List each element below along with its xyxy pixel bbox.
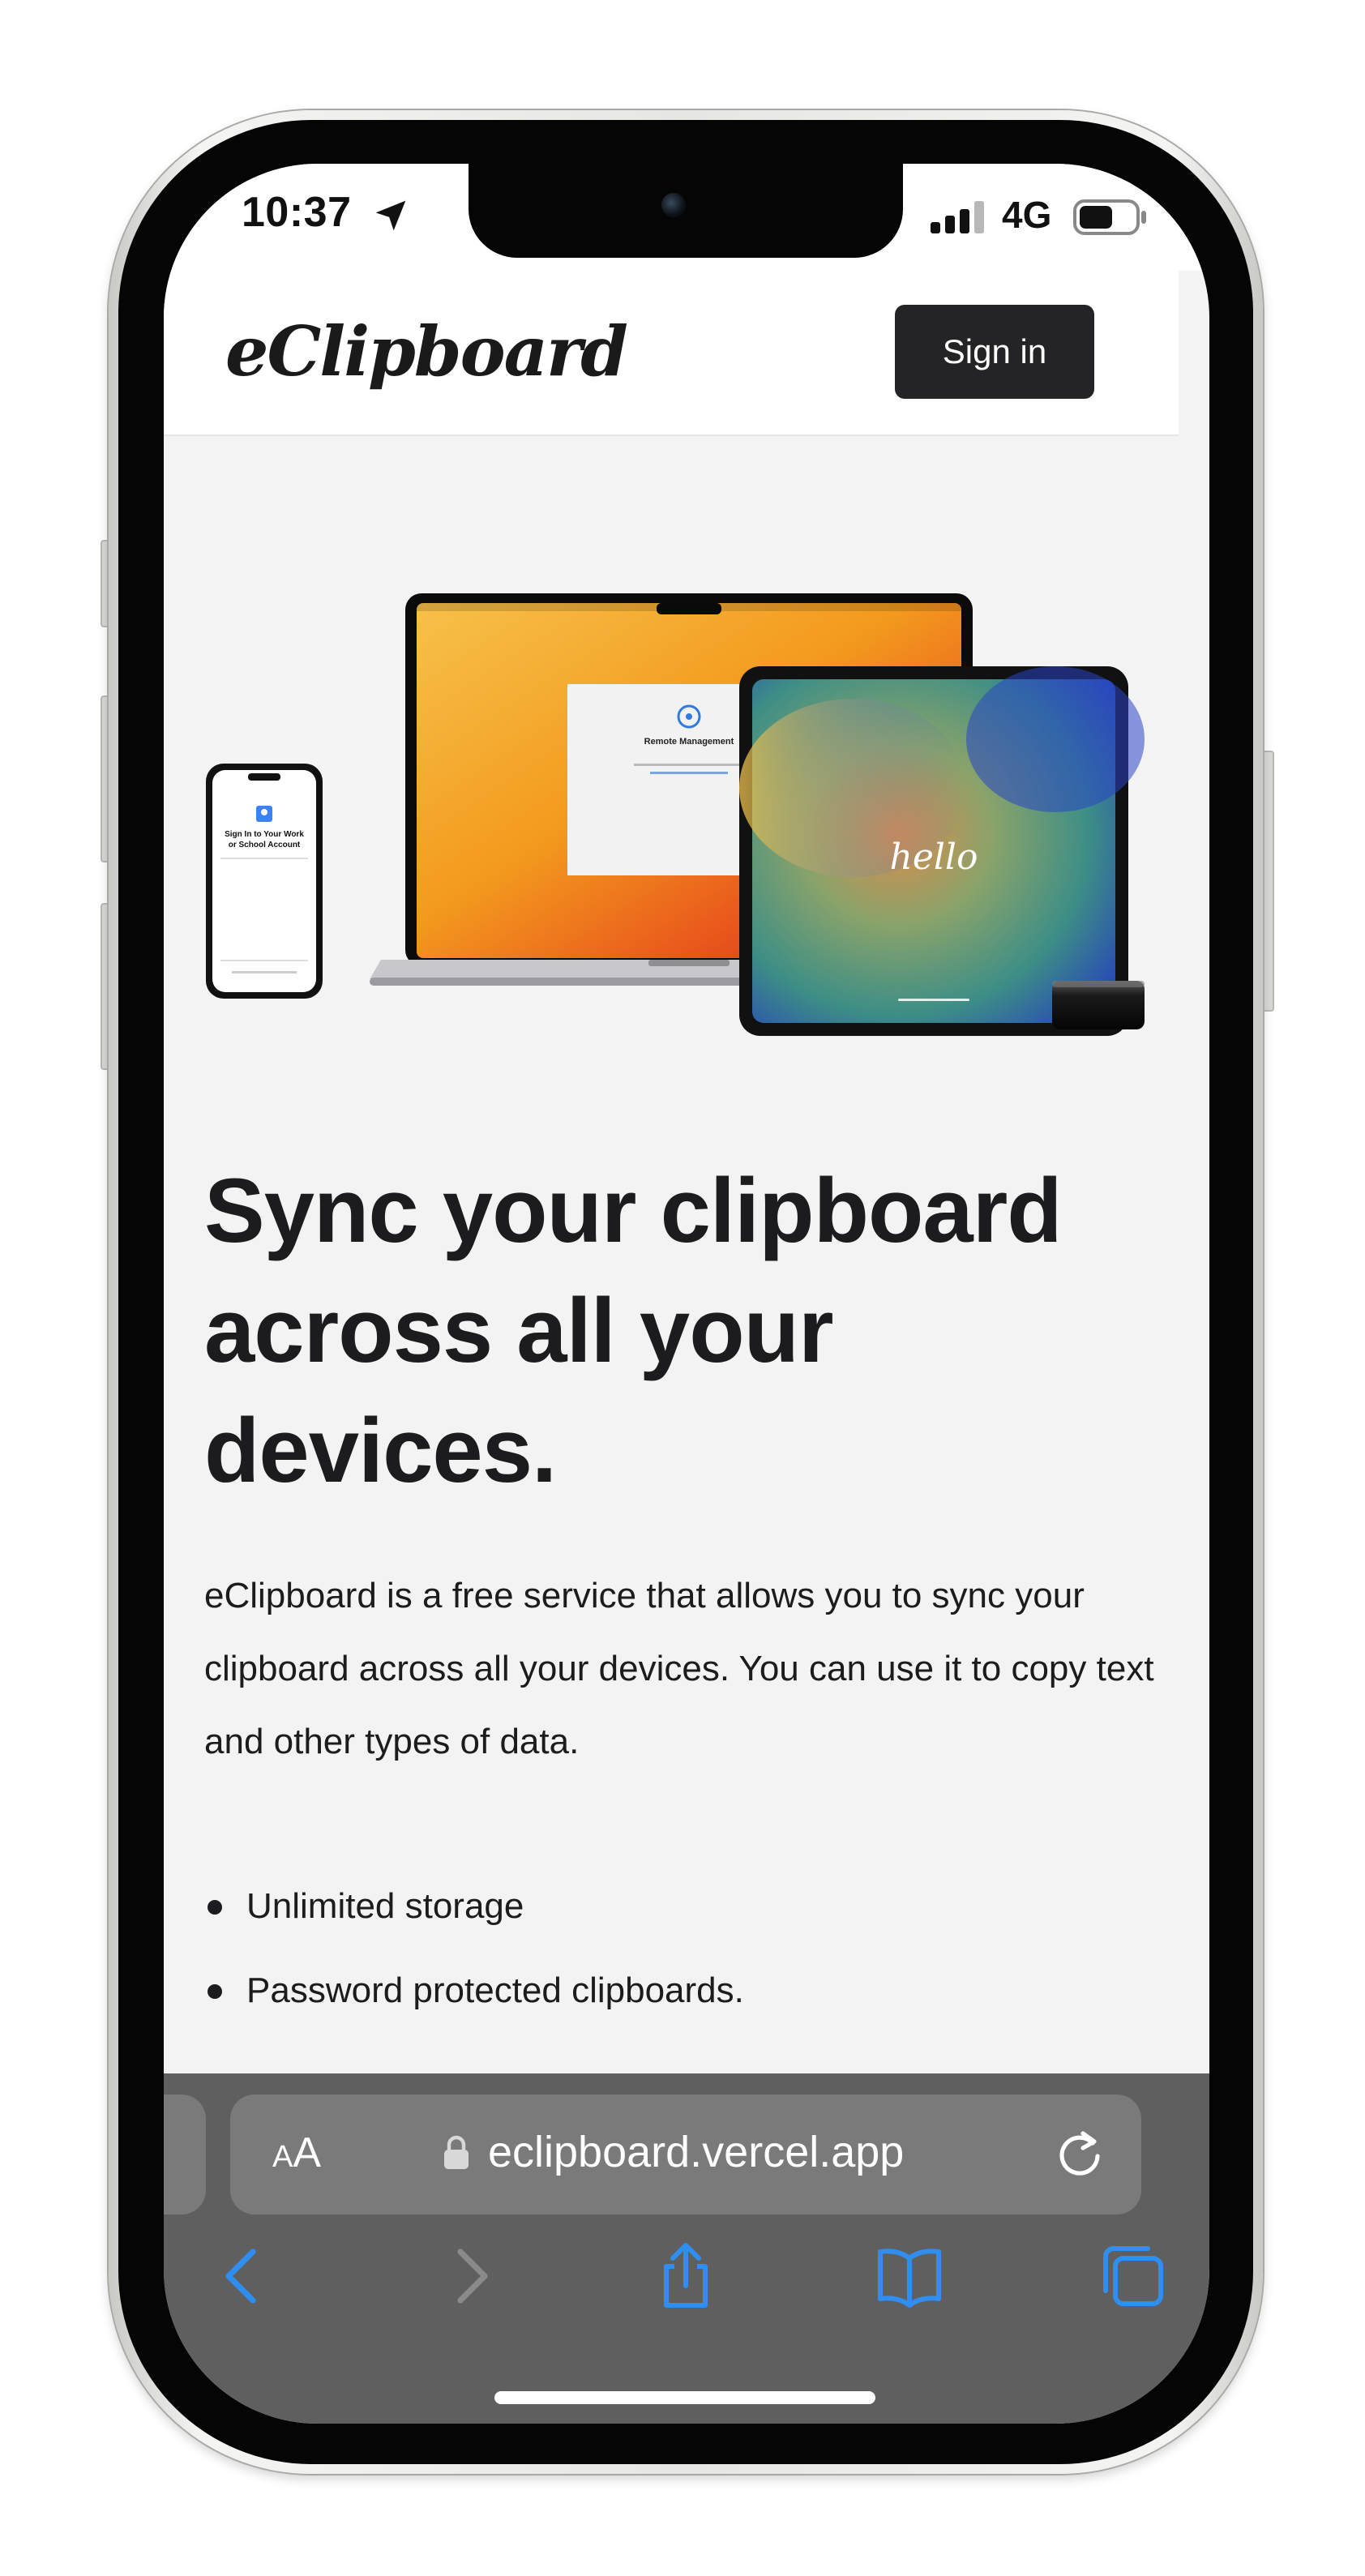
tabs-icon[interactable] <box>1099 2242 1167 2310</box>
site-header: eClipboard Sign in <box>164 271 1179 436</box>
features-list: Unlimited storage Password protected cli… <box>204 1864 1161 2033</box>
home-indicator <box>494 2391 875 2404</box>
lock-icon <box>444 2135 469 2169</box>
remote-management-title: Remote Management <box>644 737 734 747</box>
sign-in-button[interactable]: Sign in <box>895 305 1094 399</box>
bookmarks-icon[interactable] <box>875 2242 944 2310</box>
svg-text:or School Account: or School Account <box>229 841 301 849</box>
feature-item: Unlimited storage <box>204 1864 1161 1949</box>
back-icon[interactable] <box>209 2242 277 2310</box>
feature-item: Password protected clipboards. <box>204 1949 1161 2033</box>
svg-text:Sign In to Your Work: Sign In to Your Work <box>225 830 304 839</box>
location-arrow-icon <box>375 200 406 231</box>
previous-tab-peek[interactable] <box>164 2095 206 2214</box>
status-time: 10:37 <box>242 189 352 236</box>
iphone-illustration: Sign In to Your Work or School Account <box>206 764 323 999</box>
text-size-small-glyph: A <box>272 2140 293 2174</box>
text-size-big-glyph: A <box>293 2129 322 2176</box>
site-logo[interactable]: eClipboard <box>225 311 628 392</box>
battery-icon <box>1073 199 1146 235</box>
safari-toolbar: A A eclipboard.vercel.app <box>164 2073 1209 2424</box>
forward-icon[interactable] <box>436 2242 504 2310</box>
hero-title: Sync your clipboard across all your devi… <box>204 1160 1063 1501</box>
network-type: 4G <box>1002 194 1052 236</box>
address-bar[interactable]: A A eclipboard.vercel.app <box>230 2095 1141 2214</box>
power-button <box>1261 751 1274 1012</box>
text-size-button[interactable]: A A <box>272 2129 321 2180</box>
signal-bars-icon <box>931 201 984 233</box>
reload-icon[interactable] <box>1054 2127 1106 2180</box>
phone-screen: 10:37 4G eClipboard Sign in Remote Manag… <box>164 164 1209 2424</box>
url-text[interactable]: eclipboard.vercel.app <box>488 2127 904 2177</box>
share-icon[interactable] <box>652 2242 720 2310</box>
camera-notch <box>469 164 903 258</box>
front-camera <box>661 193 686 217</box>
devices-illustration: Remote Management Sign In to Your Work o… <box>206 593 1145 1036</box>
tablet-greeting: hello <box>889 837 978 878</box>
ipad-illustration: hello <box>739 666 1145 1036</box>
apple-tv-illustration <box>1052 981 1145 1029</box>
hero-description: eClipboard is a free service that allows… <box>204 1576 1154 1761</box>
